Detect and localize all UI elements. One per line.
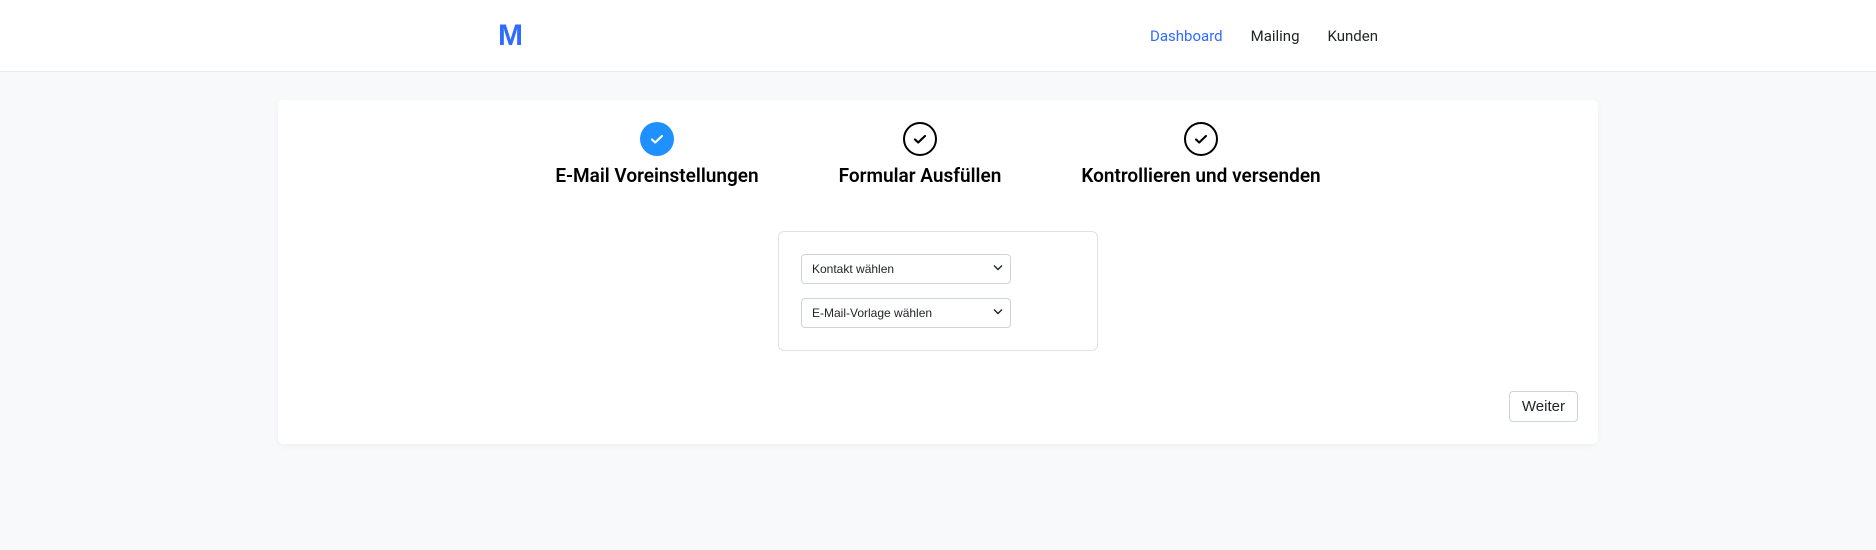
step-3: Kontrollieren und versenden — [1081, 122, 1320, 187]
step-1-indicator — [640, 122, 674, 156]
nav-links: Dashboard Mailing Kunden — [1150, 27, 1378, 45]
check-icon — [912, 131, 928, 147]
nav-dashboard[interactable]: Dashboard — [1150, 27, 1223, 45]
app-logo[interactable]: M — [498, 19, 522, 53]
contact-select[interactable]: Kontakt wählen — [801, 254, 1011, 284]
step-2: Formular Ausfüllen — [839, 122, 1002, 187]
form-panel: Kontakt wählen E-Mail-Vorlage wählen — [778, 231, 1098, 351]
top-navbar: M Dashboard Mailing Kunden — [0, 0, 1876, 72]
main-card: E-Mail Voreinstellungen Formular Ausfüll… — [278, 100, 1598, 444]
step-2-label: Formular Ausfüllen — [839, 164, 1002, 187]
nav-kunden[interactable]: Kunden — [1328, 27, 1379, 45]
check-icon — [649, 131, 665, 147]
next-button[interactable]: Weiter — [1509, 391, 1578, 422]
progress-steps: E-Mail Voreinstellungen Formular Ausfüll… — [298, 122, 1578, 187]
step-3-indicator — [1184, 122, 1218, 156]
step-3-label: Kontrollieren und versenden — [1081, 164, 1320, 187]
step-1: E-Mail Voreinstellungen — [555, 122, 758, 187]
nav-mailing[interactable]: Mailing — [1251, 27, 1300, 45]
template-select[interactable]: E-Mail-Vorlage wählen — [801, 298, 1011, 328]
check-icon — [1193, 131, 1209, 147]
step-2-indicator — [903, 122, 937, 156]
step-1-label: E-Mail Voreinstellungen — [555, 164, 758, 187]
